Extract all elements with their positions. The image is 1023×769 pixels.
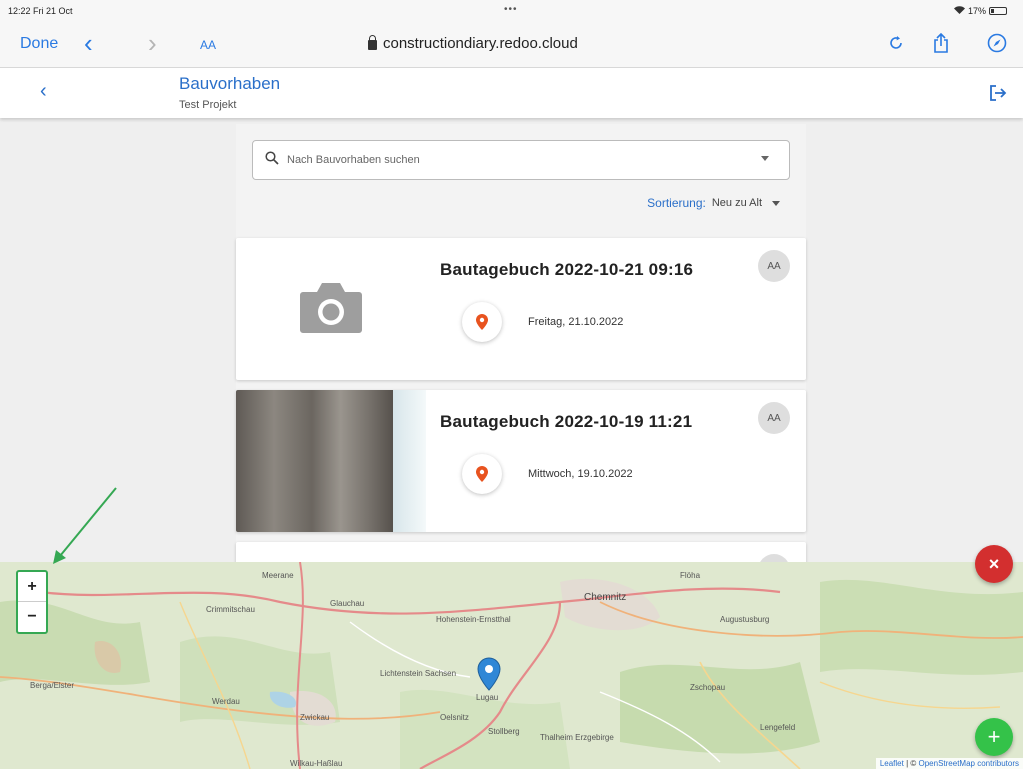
photo-thumbnail	[236, 390, 426, 532]
avatar: AA	[758, 402, 790, 434]
entry-title: Bautagebuch 2022-10-21 09:16	[440, 260, 694, 279]
reload-icon[interactable]	[885, 32, 907, 54]
osm-link[interactable]: OpenStreetMap contributors	[919, 759, 1020, 768]
project-subtitle: Test Projekt	[179, 99, 237, 111]
map-label: Lichtenstein Sachsen	[380, 669, 456, 678]
location-pin-icon	[476, 466, 488, 482]
map-label: Crimmitschau	[206, 605, 255, 614]
map-label: Werdau	[212, 697, 240, 706]
wifi-icon	[953, 6, 965, 16]
lock-icon	[368, 35, 377, 50]
battery-indicator: 17%	[953, 6, 1007, 16]
status-bar: 12:22 Fri 21 Oct ••• 17%	[0, 0, 1023, 22]
browser-back-button[interactable]: ‹	[84, 28, 93, 59]
thumbnail	[236, 238, 426, 380]
map-label: Berga/Elster	[30, 681, 74, 690]
zoom-out-button[interactable]: −	[18, 602, 46, 632]
map-view[interactable]: Meerane Glauchau Chemnitz Crimmitschau H…	[0, 562, 1023, 769]
sort-label: Sortierung:	[647, 196, 706, 210]
location-button[interactable]	[462, 454, 502, 494]
url-text: constructiondiary.redoo.cloud	[383, 35, 578, 52]
entry-date: Mittwoch, 19.10.2022	[528, 468, 633, 480]
multitasking-dots[interactable]: •••	[504, 4, 518, 15]
project-list-panel: Nach Bauvorhaben suchen Sortierung: Neu …	[236, 124, 806, 684]
entry-title: Bautagebuch 2022-10-19 11:21	[440, 412, 693, 431]
list-item[interactable]: Bautagebuch 2022-10-21 09:16 AA Freitag,…	[236, 238, 806, 380]
map-zoom-control: + −	[16, 570, 48, 634]
logout-icon[interactable]	[987, 82, 1009, 104]
app-header: ‹ Bauvorhaben Test Projekt	[0, 68, 1023, 118]
search-input[interactable]: Nach Bauvorhaben suchen	[252, 140, 790, 180]
close-icon: ×	[988, 553, 1000, 574]
address-bar[interactable]: constructiondiary.redoo.cloud	[368, 35, 578, 52]
battery-icon	[989, 7, 1007, 15]
attribution-separator: | ©	[903, 759, 919, 768]
browser-toolbar: Done ‹ › AA constructiondiary.redoo.clou…	[0, 22, 1023, 68]
map-label: Thalheim Erzgebirge	[540, 733, 614, 742]
done-button[interactable]: Done	[20, 35, 58, 53]
sort-value: Neu zu Alt	[711, 197, 762, 209]
map-label: Lengefeld	[760, 723, 795, 732]
map-label: Glauchau	[330, 599, 364, 608]
page-title: Bauvorhaben	[179, 74, 281, 93]
plus-icon: +	[987, 724, 1001, 749]
browser-forward-button[interactable]: ›	[148, 28, 157, 59]
status-time: 12:22 Fri 21 Oct	[8, 6, 73, 16]
map-attribution: Leaflet | © OpenStreetMap contributors	[875, 758, 1023, 769]
list-item[interactable]: Bautagebuch 2022-10-19 11:21 AA Mittwoch…	[236, 390, 806, 532]
compass-icon[interactable]	[986, 32, 1008, 54]
map-label: Zschopau	[690, 683, 725, 692]
map-label: Stollberg	[488, 727, 520, 736]
close-map-button[interactable]: ×	[975, 545, 1013, 583]
main-content: Nach Bauvorhaben suchen Sortierung: Neu …	[0, 118, 1023, 684]
back-button[interactable]: ‹	[40, 80, 47, 103]
sort-dropdown[interactable]: Sortierung: Neu zu Alt	[647, 196, 780, 210]
add-entry-button[interactable]: +	[975, 718, 1013, 756]
map-label: Meerane	[262, 571, 294, 580]
text-size-button[interactable]: AA	[200, 38, 216, 52]
location-pin-icon	[476, 314, 488, 330]
map-label: Chemnitz	[584, 592, 626, 603]
map-label: Flöha	[680, 571, 701, 580]
share-icon[interactable]	[930, 32, 952, 54]
chevron-down-icon	[772, 200, 780, 206]
map-label: Oelsnitz	[440, 713, 469, 722]
map-tiles: Meerane Glauchau Chemnitz Crimmitschau H…	[0, 562, 1023, 769]
search-placeholder: Nach Bauvorhaben suchen	[287, 154, 420, 166]
battery-percent: 17%	[967, 6, 986, 16]
entry-date: Freitag, 21.10.2022	[528, 316, 624, 328]
map-label: Zwickau	[300, 713, 329, 722]
leaflet-link[interactable]: Leaflet	[880, 759, 904, 768]
map-label: Wilkau-Haßlau	[290, 759, 342, 768]
search-icon	[265, 150, 279, 170]
map-label: Hohenstein-Ernstthal	[436, 615, 511, 624]
location-button[interactable]	[462, 302, 502, 342]
avatar: AA	[758, 250, 790, 282]
camera-icon	[299, 280, 363, 339]
map-label: Lugau	[476, 693, 498, 702]
chevron-down-icon[interactable]	[761, 156, 769, 161]
zoom-in-button[interactable]: +	[18, 572, 46, 602]
map-label: Augustusburg	[720, 615, 769, 624]
